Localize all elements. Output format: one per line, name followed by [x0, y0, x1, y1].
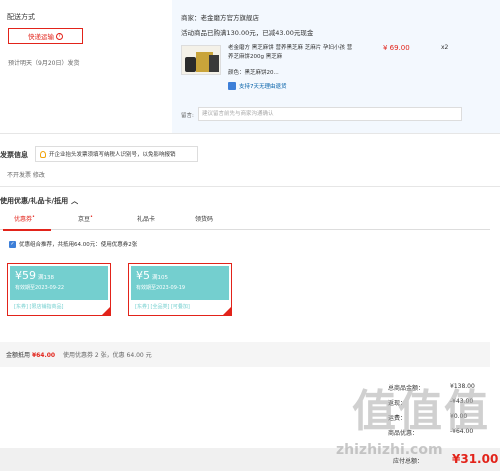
tab-label: 优惠券 [14, 216, 33, 223]
watermark-site: zhizhizhi.com [336, 442, 443, 458]
tab-coupons[interactable]: 优惠券• [14, 214, 35, 223]
coupon-card-top: ¥59 满138 有效期至2023-09-22 [10, 266, 108, 300]
selected-corner-icon [102, 307, 110, 315]
active-tab-indicator [3, 229, 51, 231]
payable-amount: ¥31.00 [452, 452, 499, 466]
tab-dot: • [90, 214, 93, 220]
help-icon[interactable]: ? [56, 32, 63, 40]
chevron-up-icon[interactable]: ︿ [71, 196, 78, 206]
selected-corner-icon [223, 307, 231, 315]
coupon-total-amount: ¥64.00 [31, 352, 56, 359]
coupon-total: 金额抵用 ¥64.00 使用优惠券 2 张，优惠 64.00 元 [6, 350, 152, 359]
return-service-label: 支持7天无理由退货 [239, 84, 287, 90]
coupon-recommend-row[interactable]: ✓ 优惠组合推荐，共抵用64.00元：使用优惠券2张 [9, 240, 137, 248]
coupon-tabs-bar [0, 212, 490, 230]
coupon-amount: ¥59 满138 [15, 269, 54, 282]
coupon-card-top: ¥5 满105 有效期至2023-09-19 [131, 266, 229, 300]
coupon-condition: 满138 [38, 275, 54, 281]
watermark-logo-text: 值值值 [352, 386, 490, 437]
invoice-tip-text: 开企业抬头发票须填写纳税人识别号，以免影响报销 [49, 152, 176, 158]
product-thumbnail[interactable] [181, 45, 221, 75]
coupon-card[interactable]: ¥59 满138 有效期至2023-09-22 [东券] [限店铺指商品] [7, 263, 111, 316]
tab-label: 领货码 [195, 216, 214, 223]
coupon-total-note: 使用优惠券 2 张，优惠 64.00 元 [63, 352, 152, 359]
product-name-link[interactable]: 老金磨方 黑芝麻饼 营养黑芝麻 芝麻片 孕妇小孩 营养芝麻饼200g 黑芝麻 [228, 44, 356, 62]
coupon-expiry: 有效期至2023-09-19 [136, 285, 186, 291]
product-quantity: x2 [441, 44, 449, 51]
product-spec: 颜色：黑芝麻饼20... [228, 70, 279, 76]
coupon-tags: [东券] [限店铺指商品] [14, 304, 64, 310]
tab-jingdou[interactable]: 京豆• [78, 214, 93, 223]
coupon-tags: [东券] [全品类] [可叠加] [135, 304, 190, 310]
divider [0, 186, 500, 187]
coupon-amount: ¥5 满105 [136, 269, 168, 282]
delivery-title: 配送方式 [7, 13, 35, 21]
shop-name: 商家：老金磨方官方旗舰店 [181, 14, 259, 22]
message-label: 留言: [181, 113, 194, 119]
product-jar-graphic [185, 57, 196, 72]
tab-label: 京豆 [78, 216, 91, 223]
product-box-graphic [209, 55, 219, 72]
invoice-tip: 开企业抬头发票须填写纳税人识别号，以免影响报销 [35, 146, 198, 162]
tab-redeem-code[interactable]: 领货码 [195, 214, 213, 223]
watermark-logo: 值值值 [352, 390, 492, 440]
delivery-option-button[interactable]: 快递运输 ? [8, 28, 83, 44]
invoice-value[interactable]: 不开发票 修改 [7, 170, 45, 179]
tab-label: 礼品卡 [137, 216, 156, 223]
promo-text: 活动商品已购满130.00元，已减43.00元现金 [181, 29, 314, 37]
coupon-recommend-text: 优惠组合推荐，共抵用64.00元：使用优惠券2张 [19, 242, 138, 248]
delivery-option-label: 快递运输 [28, 33, 54, 41]
product-price: ¥ 69.00 [383, 44, 410, 52]
lightbulb-icon [40, 150, 46, 158]
tab-dot: • [32, 214, 35, 220]
coupon-expiry: 有效期至2023-09-22 [15, 285, 65, 291]
coupon-card[interactable]: ¥5 满105 有效期至2023-09-19 [东券] [全品类] [可叠加] [128, 263, 232, 316]
coupons-title-label: 使用优惠/礼品卡/抵用 [0, 197, 69, 205]
tab-giftcard[interactable]: 礼品卡 [137, 214, 155, 223]
invoice-title: 发票信息 [0, 151, 28, 159]
return-service[interactable]: 支持7天无理由退货 [228, 82, 287, 90]
message-input[interactable]: 建议留言前先与商家沟通确认 [198, 107, 462, 121]
divider [0, 133, 500, 134]
coupons-title[interactable]: 使用优惠/礼品卡/抵用 ︿ [0, 196, 78, 206]
service-icon [228, 82, 236, 90]
coupon-condition: 满105 [152, 275, 168, 281]
coupon-total-label: 金额抵用 [6, 352, 31, 359]
delivery-estimate: 预计明天（9月20日）发货 [8, 60, 80, 67]
checkbox-checked-icon[interactable]: ✓ [9, 240, 16, 248]
